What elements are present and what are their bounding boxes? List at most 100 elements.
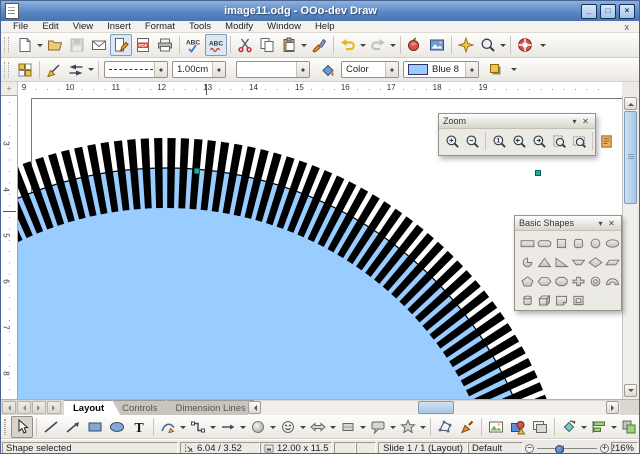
- new-document-icon[interactable]: [14, 34, 36, 56]
- scroll-down-icon[interactable]: [624, 384, 637, 397]
- shape-isosceles-triangle[interactable]: [536, 253, 553, 272]
- flowchart-tool-icon[interactable]: [337, 416, 359, 438]
- shape-rectangle[interactable]: [519, 234, 536, 253]
- title-bar[interactable]: image11.odg - OOo-dev Draw _ □ ×: [1, 1, 639, 21]
- shape-circle[interactable]: [587, 234, 604, 253]
- palette-close-icon[interactable]: ✕: [606, 219, 617, 228]
- alignment-tool-icon[interactable]: [588, 416, 610, 438]
- block-arrows-dropdown[interactable]: [329, 417, 337, 437]
- zoom-optimal-icon[interactable]: [596, 131, 616, 151]
- basic-shapes-tool-icon[interactable]: [247, 416, 269, 438]
- line-tool-icon[interactable]: [40, 416, 62, 438]
- shape-square-rounded[interactable]: [570, 234, 587, 253]
- area-dialog-icon[interactable]: [317, 59, 339, 81]
- zoom-page-width-icon[interactable]: [569, 131, 589, 151]
- zoom-slider[interactable]: − +: [525, 442, 609, 454]
- zoom-100-icon[interactable]: 1: [489, 131, 509, 151]
- help-icon[interactable]: [514, 34, 536, 56]
- menu-tools[interactable]: Tools: [182, 21, 218, 32]
- undo-dropdown[interactable]: [359, 35, 367, 55]
- fill-type-select[interactable]: Color: [341, 61, 399, 78]
- shape-parallelogram[interactable]: [604, 253, 621, 272]
- gallery-icon[interactable]: [507, 416, 529, 438]
- shape-square[interactable]: [553, 234, 570, 253]
- curve-dropdown[interactable]: [179, 417, 187, 437]
- arrow-style-icon[interactable]: [65, 59, 87, 81]
- symbol-shapes-dropdown[interactable]: [299, 417, 307, 437]
- shape-folded-corner[interactable]: [553, 291, 570, 310]
- zoom-next-icon[interactable]: [529, 131, 549, 151]
- connector-dropdown[interactable]: [209, 417, 217, 437]
- shape-diamond[interactable]: [587, 253, 604, 272]
- horizontal-scrollbar[interactable]: [248, 401, 620, 415]
- status-page-style[interactable]: Default: [468, 442, 523, 454]
- line-style-select[interactable]: [104, 61, 168, 78]
- document-close-icon[interactable]: x: [625, 22, 630, 32]
- line-width-input[interactable]: 1.00cm: [172, 61, 226, 78]
- previous-page-icon[interactable]: [17, 401, 31, 414]
- minimize-button[interactable]: _: [581, 4, 597, 19]
- menu-modify[interactable]: Modify: [218, 21, 260, 32]
- zoom-entire-page-icon[interactable]: [549, 131, 569, 151]
- callouts-dropdown[interactable]: [389, 417, 397, 437]
- shape-circle-pie[interactable]: [519, 253, 536, 272]
- email-icon[interactable]: [88, 34, 110, 56]
- connector-tool-icon[interactable]: [187, 416, 209, 438]
- spellcheck-icon[interactable]: ABC: [183, 34, 205, 56]
- shadow-icon[interactable]: [485, 59, 507, 81]
- menu-edit[interactable]: Edit: [35, 21, 65, 32]
- palette-menu-icon[interactable]: ▾: [595, 219, 606, 228]
- shape-trapezoid[interactable]: [570, 253, 587, 272]
- scroll-left-icon[interactable]: [248, 401, 261, 414]
- vertical-scrollbar[interactable]: [622, 96, 637, 399]
- print-icon[interactable]: [154, 34, 176, 56]
- rotate-dropdown[interactable]: [580, 417, 588, 437]
- toolbar-grip[interactable]: [4, 62, 9, 78]
- edit-file-icon[interactable]: [110, 34, 132, 56]
- navigator-icon[interactable]: [455, 34, 477, 56]
- select-tool-icon[interactable]: [11, 416, 33, 438]
- selection-handle[interactable]: [536, 171, 541, 176]
- menu-file[interactable]: File: [6, 21, 35, 32]
- shape-cross[interactable]: [570, 272, 587, 291]
- close-button[interactable]: ×: [619, 4, 635, 19]
- text-tool-icon[interactable]: T: [128, 416, 150, 438]
- curve-tool-icon[interactable]: [157, 416, 179, 438]
- line-color-select[interactable]: [236, 61, 310, 78]
- shape-hexagon[interactable]: [536, 272, 553, 291]
- flowchart-dropdown[interactable]: [359, 417, 367, 437]
- maximize-button[interactable]: □: [600, 4, 616, 19]
- zoom-in-icon[interactable]: [442, 131, 462, 151]
- line-dialog-icon[interactable]: [43, 59, 65, 81]
- gallery-icon[interactable]: [404, 34, 426, 56]
- menu-insert[interactable]: Insert: [100, 21, 138, 32]
- menu-format[interactable]: Format: [138, 21, 182, 32]
- menu-view[interactable]: View: [66, 21, 100, 32]
- stars-dropdown[interactable]: [419, 417, 427, 437]
- tab-controls[interactable]: Controls: [113, 400, 173, 415]
- shape-octagon[interactable]: [553, 272, 570, 291]
- palette-menu-icon[interactable]: ▾: [569, 117, 580, 126]
- shape-rectangle-rounded[interactable]: [536, 234, 553, 253]
- zoom-palette-titlebar[interactable]: Zoom ▾ ✕: [439, 114, 595, 129]
- symbol-shapes-tool-icon[interactable]: [277, 416, 299, 438]
- paste-icon[interactable]: [278, 34, 300, 56]
- glue-points-icon[interactable]: [456, 416, 478, 438]
- status-zoom-level[interactable]: 216%: [611, 442, 638, 454]
- shape-ellipse[interactable]: [604, 234, 621, 253]
- zoom-previous-icon[interactable]: [509, 131, 529, 151]
- new-document-dropdown[interactable]: [36, 35, 44, 55]
- copy-icon[interactable]: [256, 34, 278, 56]
- blue-circle-shape[interactable]: [18, 168, 544, 399]
- insert-picture-icon[interactable]: [485, 416, 507, 438]
- last-page-icon[interactable]: [47, 401, 61, 414]
- ellipse-tool-icon[interactable]: [106, 416, 128, 438]
- edit-points-icon[interactable]: [434, 416, 456, 438]
- redo-icon[interactable]: [367, 34, 389, 56]
- undo-icon[interactable]: [337, 34, 359, 56]
- arrange-tool-icon[interactable]: [618, 416, 640, 438]
- scroll-right-icon[interactable]: [606, 401, 619, 414]
- open-icon[interactable]: [44, 34, 66, 56]
- scroll-up-icon[interactable]: [624, 97, 637, 110]
- save-icon[interactable]: [66, 34, 88, 56]
